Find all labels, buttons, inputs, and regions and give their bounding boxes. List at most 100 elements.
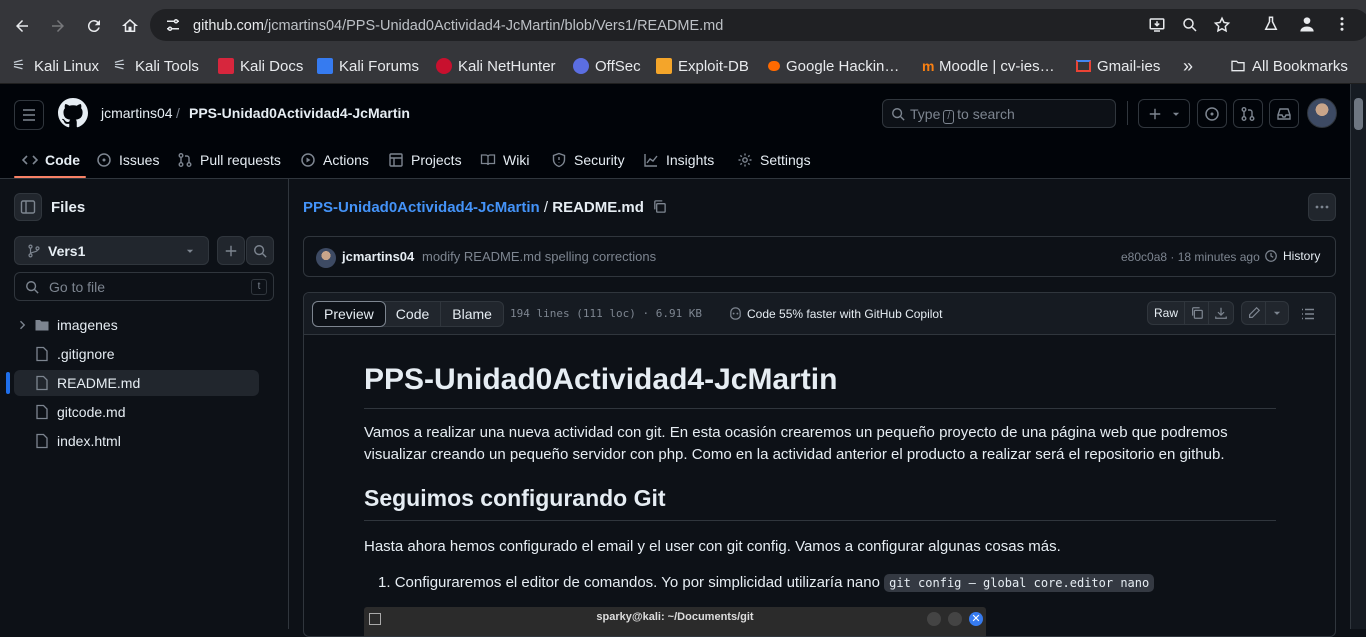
commit-message[interactable]: modify README.md spelling corrections — [422, 249, 656, 264]
history-label: History — [1283, 249, 1321, 263]
table-icon — [389, 153, 403, 167]
bookmarks-bar: ⚟ Kali Linux ⚟ Kali Tools Kali Docs Kali F… — [0, 48, 1366, 84]
bookmark-exploit-db[interactable]: Exploit-DB — [656, 56, 749, 76]
readme-title: PPS-Unidad0Actividad4-JcMartin — [364, 363, 1276, 409]
branch-selector[interactable]: Vers1 — [14, 236, 209, 265]
inbox-button[interactable] — [1269, 99, 1299, 128]
bookmark-offsec[interactable]: OffSec — [573, 56, 641, 76]
commit-author[interactable]: jcmartins04 — [342, 249, 414, 264]
back-button[interactable] — [10, 14, 34, 38]
create-new-button[interactable] — [1138, 99, 1190, 128]
file-content-box: Preview Code Blame 194 lines (111 loc) ·… — [303, 292, 1336, 637]
tab-issues[interactable]: Issues — [96, 148, 159, 172]
install-app-icon[interactable] — [1148, 16, 1166, 34]
bookmark-kali-nethunter[interactable]: Kali NetHunter — [436, 56, 556, 76]
site-settings-icon[interactable] — [164, 16, 182, 34]
tab-security[interactable]: Security — [551, 148, 625, 172]
profile-icon[interactable] — [1297, 14, 1317, 34]
go-to-file-input[interactable]: Go to file t — [14, 272, 274, 301]
path-file-name: README.md — [552, 199, 644, 216]
copilot-link[interactable]: Code 55% faster with GitHub Copilot — [728, 306, 942, 321]
kebab-horizontal-icon — [1315, 205, 1329, 209]
global-nav-button[interactable] — [14, 100, 44, 130]
bookmark-kali-docs[interactable]: Kali Docs — [218, 56, 303, 76]
history-button[interactable]: History — [1264, 249, 1320, 263]
tab-settings[interactable]: Settings — [737, 148, 811, 172]
preview-tab[interactable]: Preview — [312, 301, 386, 327]
branch-icon — [28, 244, 40, 258]
reload-button[interactable] — [82, 14, 106, 38]
owner-link[interactable]: jcmartins04 — [101, 105, 173, 121]
offsec-icon — [573, 58, 589, 74]
bookmark-kali-tools[interactable]: ⚟ Kali Tools — [113, 56, 199, 76]
tab-pull-requests[interactable]: Pull requests — [177, 148, 281, 172]
avatar[interactable] — [1307, 98, 1337, 128]
pencil-icon — [1248, 306, 1260, 318]
pull-requests-button[interactable] — [1233, 99, 1263, 128]
tab-insights[interactable]: Insights — [643, 148, 714, 172]
tree-file-index[interactable]: index.html — [14, 428, 259, 454]
edit-button[interactable] — [1241, 301, 1266, 325]
more-options-button[interactable] — [1308, 193, 1336, 221]
tab-projects[interactable]: Projects — [388, 148, 462, 172]
copy-raw-button[interactable] — [1184, 301, 1209, 325]
labs-flask-icon[interactable] — [1262, 15, 1280, 33]
all-bookmarks-button[interactable]: All Bookmarks — [1230, 56, 1348, 76]
copilot-icon — [730, 307, 741, 320]
kali-docs-icon — [218, 58, 234, 74]
outline-list-icon[interactable] — [1300, 306, 1316, 322]
bookmark-google-hacking[interactable]: Google Hackin… — [768, 56, 899, 76]
readme-section-heading: Seguimos configurando Git — [364, 485, 1276, 521]
collapse-sidebar-button[interactable] — [14, 193, 42, 221]
scrollbar-thumb[interactable] — [1354, 98, 1363, 130]
file-icon — [36, 375, 48, 391]
commit-meta[interactable]: e80c0a8 · 18 minutes ago — [1121, 250, 1260, 264]
forward-button[interactable] — [46, 14, 70, 38]
edit-options-button[interactable] — [1265, 301, 1289, 325]
bookmark-label: OffSec — [595, 57, 641, 75]
file-view: PPS-Unidad0Actividad4-JcMartin / README.… — [289, 179, 1350, 637]
chevron-right-icon[interactable] — [16, 319, 28, 331]
kali-forums-icon — [317, 58, 333, 74]
star-icon[interactable] — [1213, 16, 1231, 34]
raw-button[interactable]: Raw — [1147, 301, 1185, 325]
search-input[interactable]: Type / to search — [882, 99, 1116, 128]
bookmark-label: Moodle | cv-ies… — [939, 57, 1055, 75]
search-shortcut-key: / — [943, 110, 955, 124]
bookmark-kali-linux[interactable]: ⚟ Kali Linux — [12, 56, 99, 76]
add-file-button[interactable] — [217, 236, 245, 265]
home-button[interactable] — [118, 14, 142, 38]
code-view-tab[interactable]: Code — [385, 302, 440, 326]
sidebar-title: Files — [51, 199, 86, 216]
issues-button[interactable] — [1197, 99, 1227, 128]
tree-file-readme[interactable]: README.md — [14, 370, 259, 396]
bookmark-gmail[interactable]: Gmail-ies — [1076, 56, 1160, 76]
address-bar[interactable]: github.com/jcmartins04/PPS-Unidad0Activi… — [150, 9, 1366, 41]
zoom-icon[interactable] — [1181, 16, 1199, 34]
kebab-menu-icon[interactable] — [1333, 15, 1351, 33]
kali-dragon-icon: ⚟ — [113, 57, 127, 74]
tree-file-gitcode[interactable]: gitcode.md — [14, 399, 259, 425]
bookmark-kali-forums[interactable]: Kali Forums — [317, 56, 419, 76]
path-repo-link[interactable]: PPS-Unidad0Actividad4-JcMartin — [303, 199, 540, 216]
repo-link[interactable]: PPS-Unidad0Actividad4-JcMartin — [189, 105, 410, 121]
hamburger-icon — [23, 109, 35, 121]
copy-icon[interactable] — [652, 199, 667, 214]
tab-code[interactable]: Code — [22, 148, 80, 172]
more-bookmarks-button[interactable]: » — [1183, 56, 1193, 76]
github-logo-icon[interactable] — [58, 98, 88, 128]
moodle-icon: m — [922, 58, 935, 74]
download-button[interactable] — [1208, 301, 1234, 325]
search-files-button[interactable] — [246, 236, 274, 265]
tab-wiki[interactable]: Wiki — [480, 148, 529, 172]
search-icon — [892, 108, 905, 121]
file-path-breadcrumb: PPS-Unidad0Actividad4-JcMartin / README.… — [303, 199, 667, 216]
bookmark-moodle[interactable]: m Moodle | cv-ies… — [922, 56, 1055, 76]
page-scrollbar[interactable] — [1350, 84, 1366, 629]
tab-actions[interactable]: Actions — [300, 148, 369, 172]
tree-folder-imagenes[interactable]: imagenes — [14, 312, 259, 338]
blame-tab[interactable]: Blame — [440, 302, 503, 326]
commit-author-avatar[interactable] — [316, 248, 336, 268]
tree-file-gitignore[interactable]: .gitignore — [14, 341, 259, 367]
bookmark-label: Kali Linux — [34, 57, 100, 75]
